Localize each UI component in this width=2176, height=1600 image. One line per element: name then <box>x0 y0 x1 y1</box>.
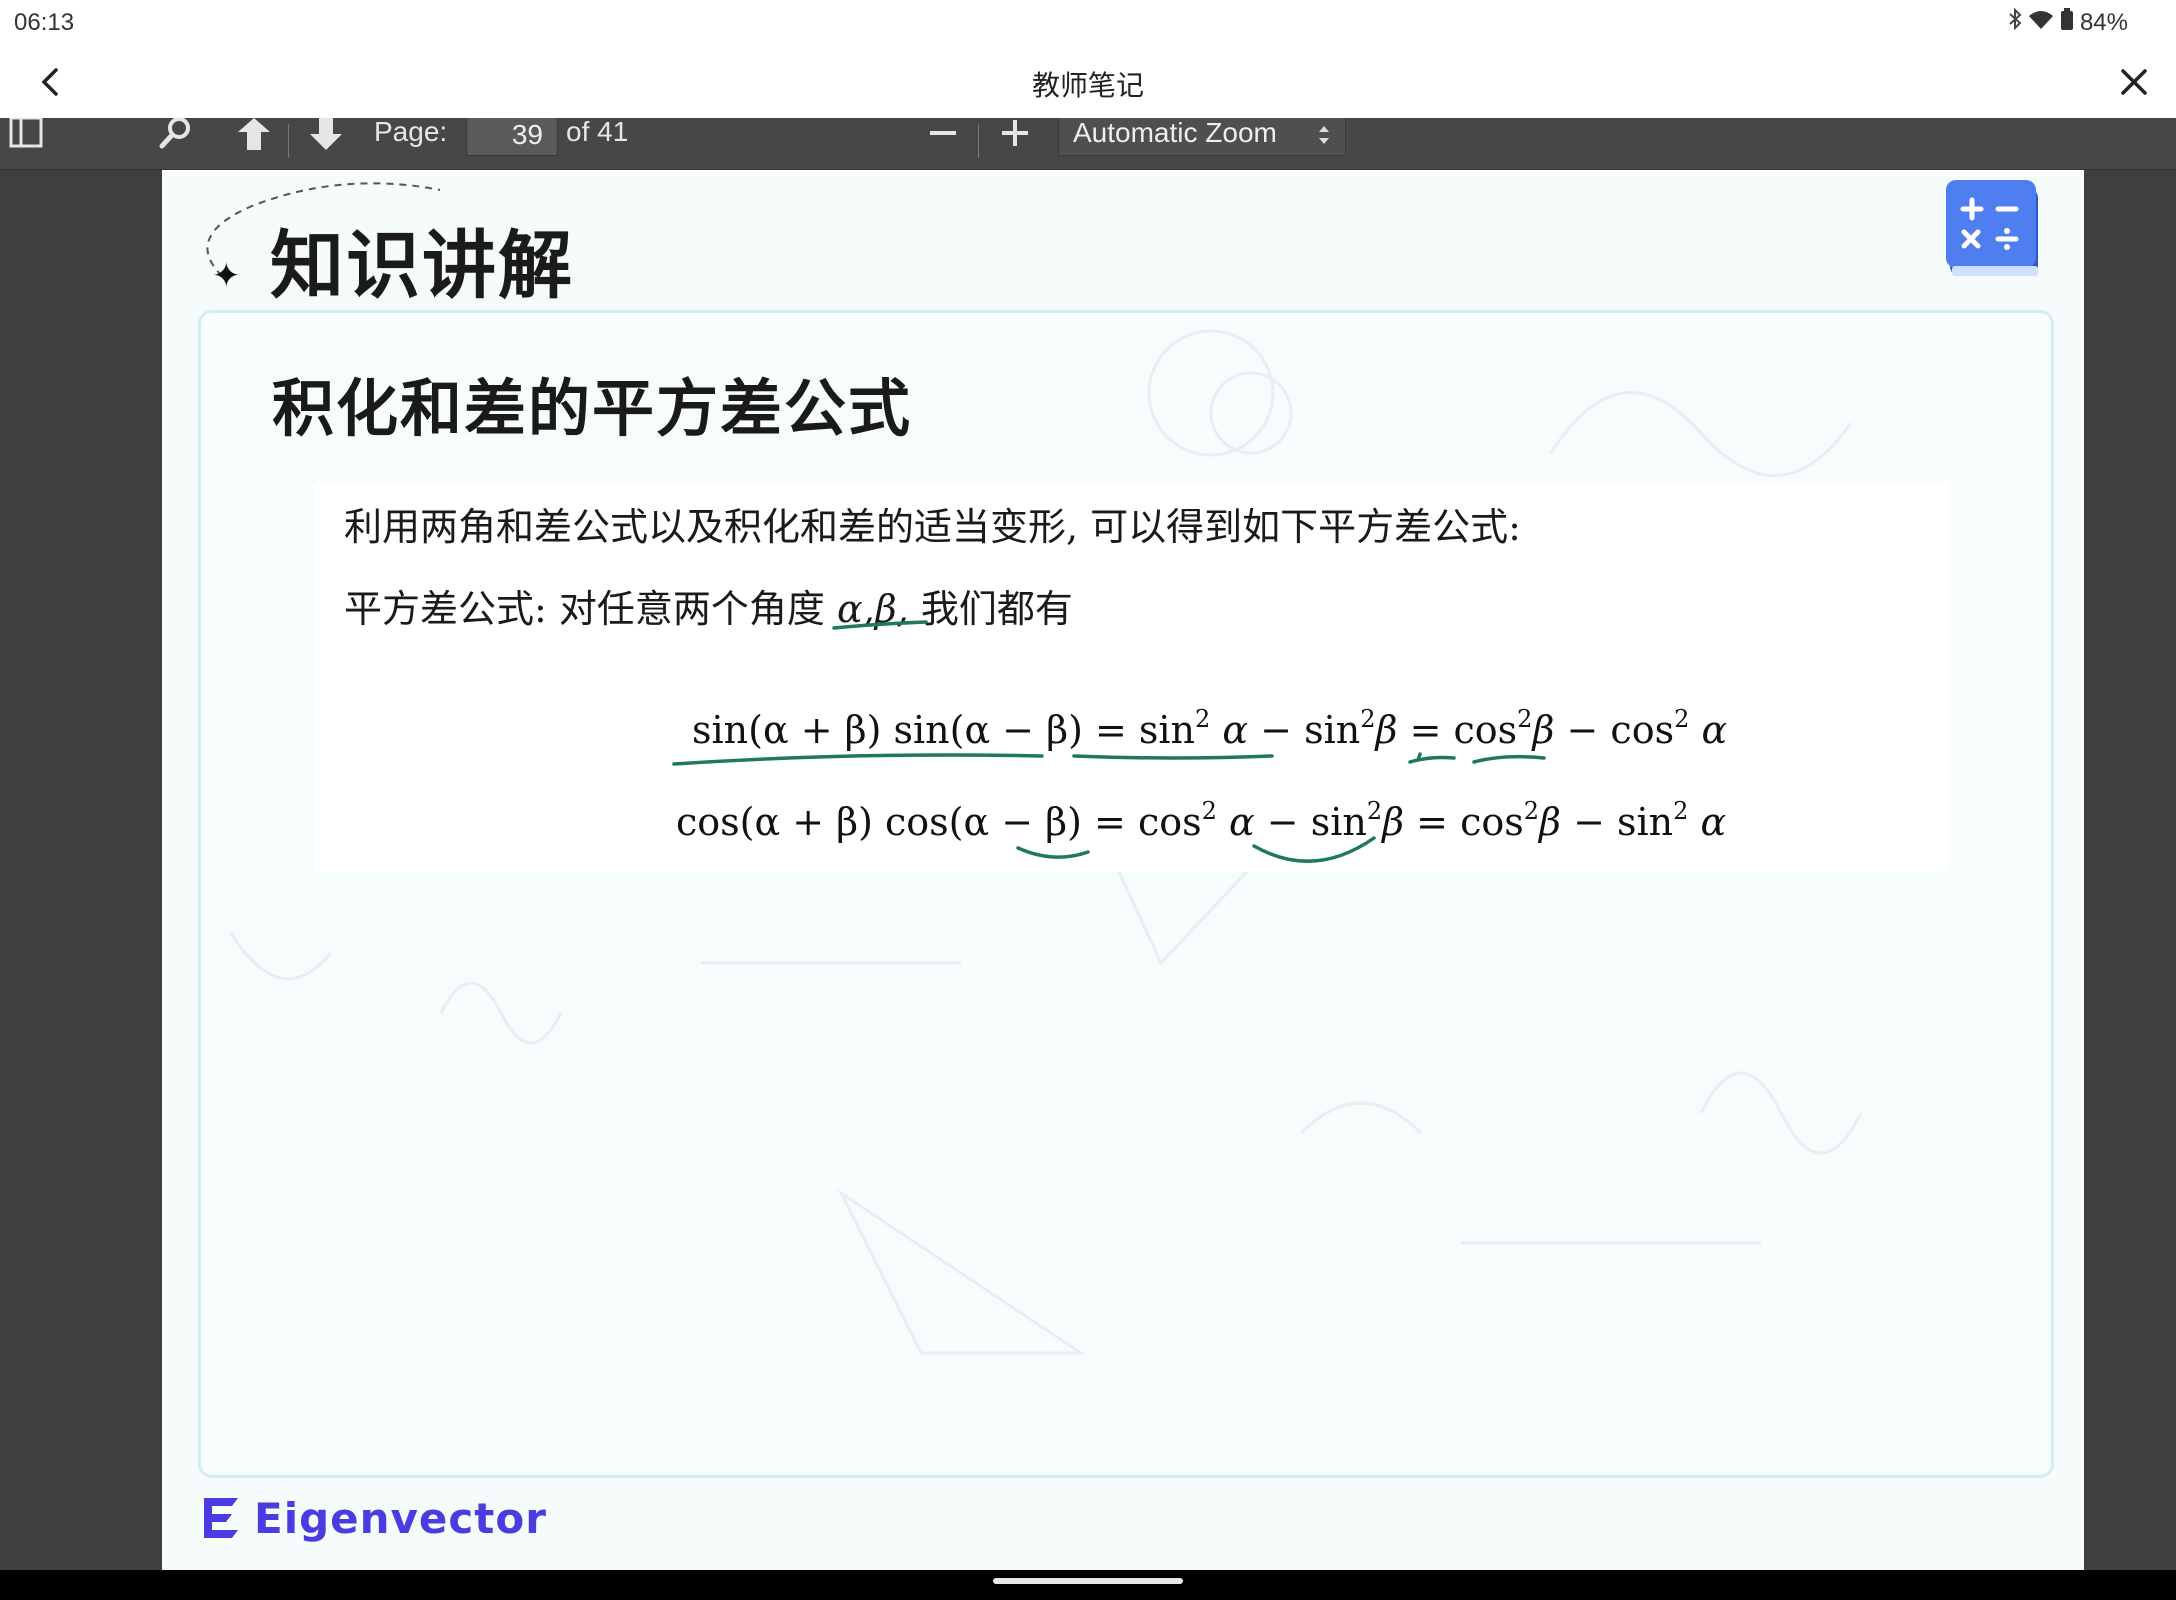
formula2-t1-var: α <box>1229 800 1255 844</box>
zoom-in-icon[interactable] <box>1000 118 1030 155</box>
formula1-exp3: 2 <box>1517 705 1533 733</box>
ink-eq-mark <box>1016 846 1090 859</box>
formula1-t1-fn: sin <box>1138 708 1196 752</box>
status-icons: 84% <box>2008 7 2128 37</box>
sparkle-icon: ✦ <box>212 256 241 296</box>
formula1-eq: = <box>1082 708 1139 752</box>
logo-text: Eigenvector <box>254 1493 547 1543</box>
close-icon[interactable] <box>2114 62 2154 102</box>
zoom-value: Automatic Zoom <box>1073 118 1277 148</box>
formula2-t4-fn: sin <box>1617 800 1674 844</box>
statement-text: 平方差公式: 对任意两个角度 α,β, 我们都有 <box>344 578 1073 633</box>
formula1-exp1: 2 <box>1195 705 1211 733</box>
ink-underline-beta <box>1408 755 1456 764</box>
page-down-icon[interactable] <box>306 118 346 161</box>
select-arrows-icon <box>1319 126 1329 144</box>
status-time: 06:13 <box>14 9 75 36</box>
gesture-handle[interactable] <box>993 1578 1183 1584</box>
page-total: of 41 <box>566 118 629 147</box>
formula2-t4-var: α <box>1700 800 1727 844</box>
formula2-t2-fn: sin <box>1310 800 1367 844</box>
section-title: 积化和差的平方差公式 <box>272 372 913 445</box>
battery-percent: 84% <box>2079 8 2128 36</box>
search-icon[interactable] <box>158 118 194 159</box>
formula-cos-difference: cos(α + β) cos(α − β) = cos2 α − sin2β =… <box>676 797 1727 844</box>
calculator-book-icon <box>1946 180 2038 276</box>
status-bar: 06:13 84% <box>0 0 2176 44</box>
eigenvector-logo: Eigenvector <box>198 1492 547 1544</box>
ink-underline-cos <box>1472 754 1546 764</box>
formula1-t4-fn: cos <box>1610 708 1675 752</box>
formula2-t3-fn: cos <box>1460 800 1524 844</box>
ink-tick <box>1416 752 1422 762</box>
app-title: 教师笔记 <box>1031 69 1144 102</box>
ink-underline-lhs <box>672 753 1044 766</box>
formula1-exp4: 2 <box>1674 705 1690 733</box>
pdf-toolbar: Page: 39 of 41 Automatic Zoom <box>0 118 2176 170</box>
formula2-t2-var: β <box>1382 800 1405 844</box>
zoom-out-icon[interactable] <box>928 118 958 155</box>
statement-vars: α,β, <box>836 587 909 631</box>
formula1-lhs: sin(α + β) sin(α − β) <box>692 708 1083 752</box>
page-number-input[interactable]: 39 <box>466 118 558 156</box>
formula1-minus1: − <box>1248 708 1305 752</box>
slide-heading: 知识讲解 <box>270 223 574 309</box>
formula2-minus1: − <box>1254 800 1311 844</box>
zoom-select[interactable]: Automatic Zoom <box>1058 118 1346 156</box>
bluetooth-icon <box>2008 7 2022 37</box>
battery-icon <box>2060 8 2074 37</box>
formula1-exp2: 2 <box>1360 705 1376 733</box>
formula2-exp3: 2 <box>1523 797 1540 825</box>
formula1-t3-fn: cos <box>1453 708 1518 752</box>
page-up-icon[interactable] <box>234 118 274 161</box>
intro-text: 利用两角和差公式以及积化和差的适当变形, 可以得到如下平方差公式: <box>344 505 1521 549</box>
formula2-minus2: − <box>1561 800 1617 844</box>
formula2-lhs: cos(α + β) cos(α − β) <box>676 800 1082 844</box>
eigenvector-logo-icon <box>204 1498 238 1538</box>
formula-sin-difference: sin(α + β) sin(α − β) = sin2 α − sin2β =… <box>692 705 1728 752</box>
ink-underline-sin-terms <box>1072 754 1274 760</box>
formula2-t1-fn: cos <box>1137 800 1202 844</box>
text-box: 利用两角和差公式以及积化和差的适当变形, 可以得到如下平方差公式: 平方差公式:… <box>314 482 1948 872</box>
formula2-exp2: 2 <box>1366 797 1383 825</box>
page-label: Page: <box>374 118 448 147</box>
pdf-page: ✦ 知识讲解 积化和差的平方差公式 利用两角和差公式以及积化和差的适当变形, 可… <box>162 170 2084 1572</box>
formula2-exp4: 2 <box>1673 797 1689 825</box>
formula2-eq2: = <box>1404 800 1461 844</box>
statement-prefix: 平方差公式: 对任意两个角度 <box>344 587 837 631</box>
sidebar-toggle-icon[interactable] <box>8 118 44 155</box>
formula2-eq: = <box>1081 800 1138 844</box>
formula1-eq2: = <box>1397 708 1454 752</box>
formula2-exp1: 2 <box>1201 797 1217 825</box>
pdf-viewer[interactable]: ✦ 知识讲解 积化和差的平方差公式 利用两角和差公式以及积化和差的适当变形, 可… <box>0 170 2176 1572</box>
formula2-t3-var: β <box>1539 800 1561 844</box>
statement-suffix: 我们都有 <box>908 587 1073 631</box>
formula1-minus2: − <box>1554 708 1611 752</box>
formula1-t2-var: β <box>1375 708 1398 752</box>
app-bar: 教师笔记 <box>0 44 2176 118</box>
formula1-t4-var: α <box>1701 708 1728 752</box>
formula1-t3-var: β <box>1532 708 1555 752</box>
formula1-t2-fn: sin <box>1304 708 1361 752</box>
wifi-icon <box>2028 9 2054 37</box>
navigation-bar <box>0 1570 2176 1600</box>
formula1-t1-var: α <box>1222 708 1249 752</box>
